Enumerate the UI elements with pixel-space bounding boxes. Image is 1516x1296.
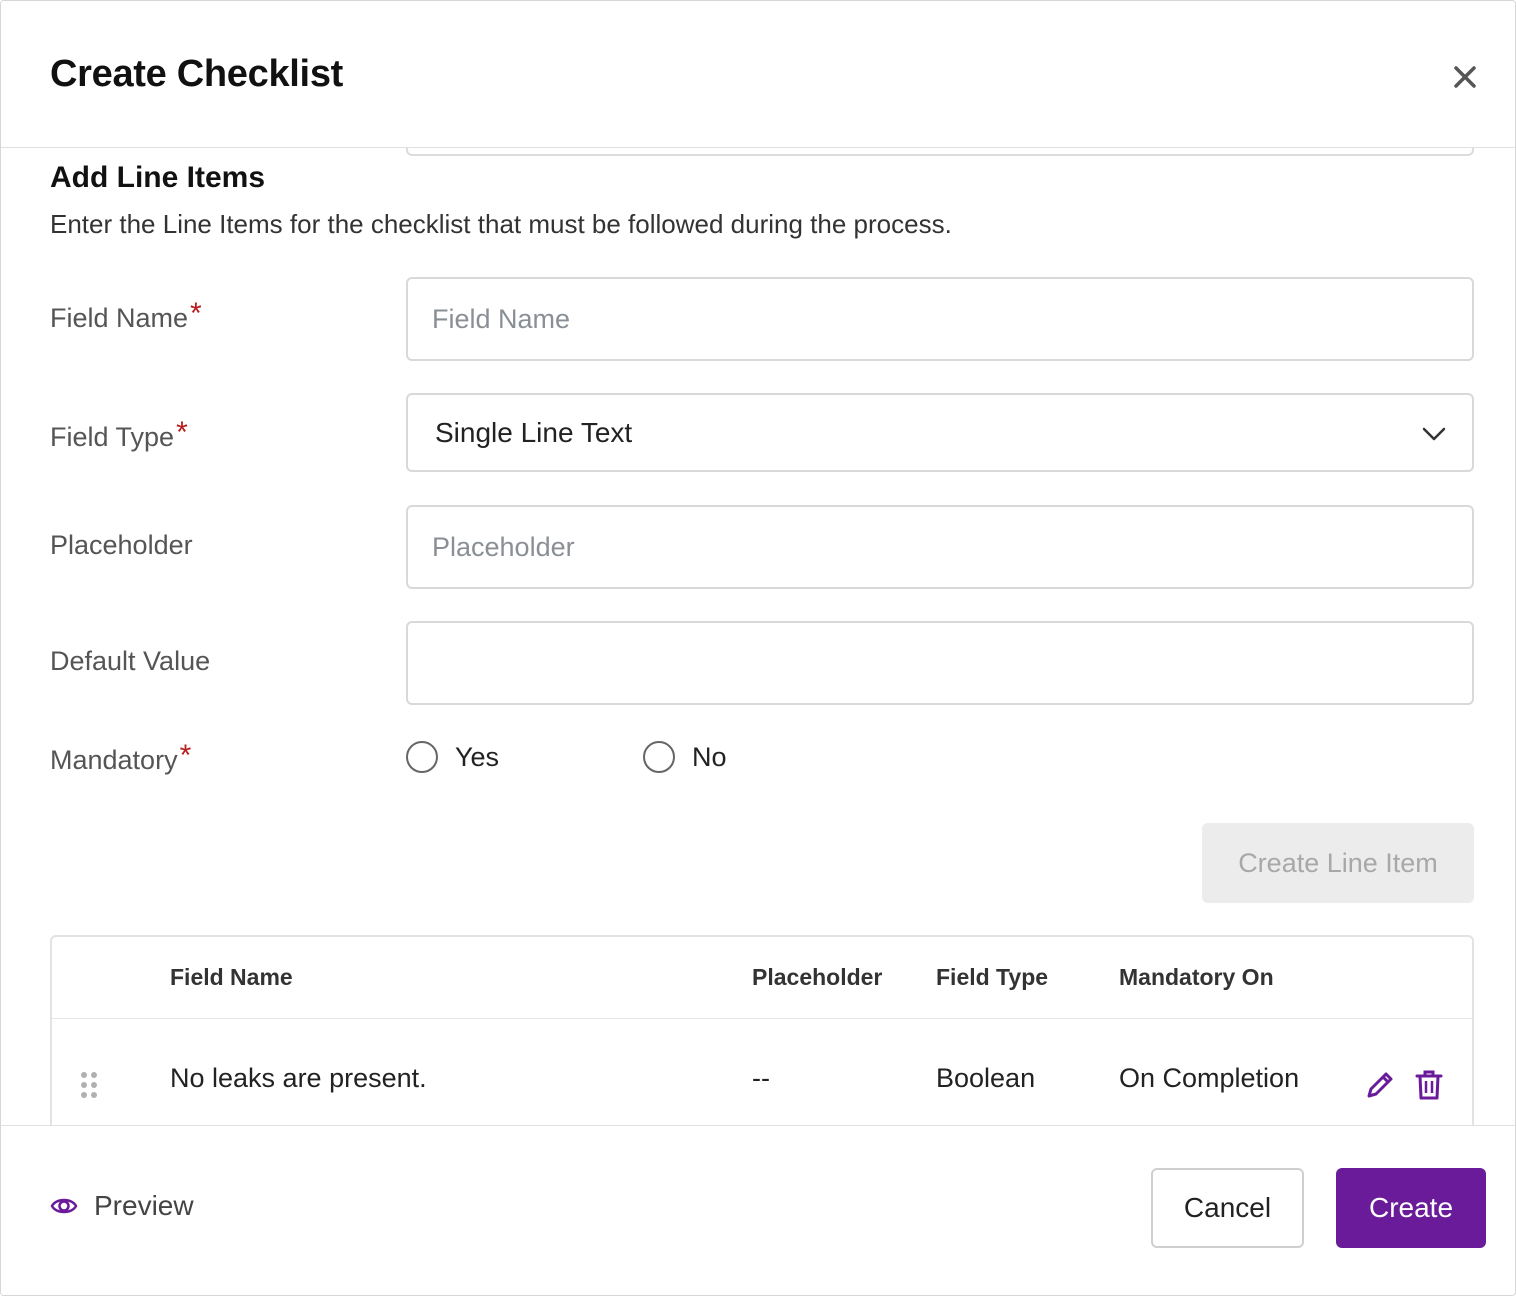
mandatory-label: Mandatory* (50, 739, 191, 777)
cell-field-type: Boolean (936, 1063, 1036, 1093)
modal-body[interactable]: Add Line Items Enter the Line Items for … (1, 148, 1515, 1125)
field-name-input[interactable] (406, 277, 1474, 361)
radio-label-yes: Yes (455, 741, 500, 772)
placeholder-label-text: Placeholder (50, 530, 193, 560)
create-checklist-modal: Create Checklist Add Line Items Enter th… (0, 0, 1516, 1296)
required-mark: * (179, 739, 192, 772)
radio-circle[interactable] (406, 741, 438, 773)
field-type-label-text: Field Type (50, 422, 175, 452)
field-type-selected-value: Single Line Text (435, 417, 633, 448)
default-value-label-text: Default Value (50, 646, 211, 676)
column-header-placeholder: Placeholder (752, 964, 883, 990)
field-type-label: Field Type* (50, 416, 188, 454)
required-mark: * (190, 297, 202, 330)
modal-footer: Preview Cancel Create (1, 1125, 1515, 1295)
create-button[interactable]: Create (1336, 1168, 1486, 1248)
chevron-down-icon (1422, 427, 1446, 441)
modal-title: Create Checklist (50, 53, 344, 95)
required-mark: * (176, 416, 188, 449)
eye-icon (50, 1198, 78, 1214)
cell-mandatory-on: On Completion (1119, 1063, 1300, 1093)
table-header: Field Name Placeholder Field Type Mandat… (52, 937, 1472, 1019)
close-button[interactable] (1447, 59, 1483, 95)
pencil-icon[interactable] (1364, 1069, 1396, 1101)
close-icon (1454, 66, 1476, 88)
section-description: Enter the Line Items for the checklist t… (50, 209, 952, 239)
cell-field-name: No leaks are present. (170, 1063, 427, 1093)
default-value-input[interactable] (406, 621, 1474, 705)
previous-field-clipped (406, 148, 1474, 156)
table-row: No leaks are present. -- Boolean On Comp… (52, 1019, 1472, 1125)
preview-link[interactable]: Preview (50, 1190, 194, 1222)
column-header-field-name: Field Name (170, 964, 293, 990)
radio-circle[interactable] (643, 741, 675, 773)
default-value-label: Default Value (50, 646, 210, 677)
preview-label: Preview (94, 1190, 194, 1221)
line-items-table: Field Name Placeholder Field Type Mandat… (50, 935, 1474, 1125)
placeholder-input[interactable] (406, 505, 1474, 589)
trash-icon[interactable] (1414, 1069, 1444, 1101)
cancel-button[interactable]: Cancel (1151, 1168, 1304, 1248)
mandatory-yes-radio[interactable]: Yes (406, 741, 499, 773)
field-name-label-text: Field Name (50, 303, 189, 333)
radio-label-no: No (692, 741, 727, 772)
column-header-mandatory-on: Mandatory On (1119, 964, 1274, 990)
column-header-field-type: Field Type (936, 964, 1049, 990)
cell-placeholder: -- (752, 1063, 770, 1093)
field-type-select[interactable]: Single Line Text (406, 393, 1474, 472)
drag-handle-icon[interactable] (80, 1071, 98, 1099)
placeholder-label: Placeholder (50, 530, 193, 561)
create-line-item-button[interactable]: Create Line Item (1202, 823, 1474, 903)
section-title: Add Line Items (50, 161, 266, 194)
mandatory-no-radio[interactable]: No (643, 741, 727, 773)
modal-header: Create Checklist (1, 1, 1515, 148)
mandatory-label-text: Mandatory (50, 745, 178, 775)
field-name-label: Field Name* (50, 297, 202, 335)
